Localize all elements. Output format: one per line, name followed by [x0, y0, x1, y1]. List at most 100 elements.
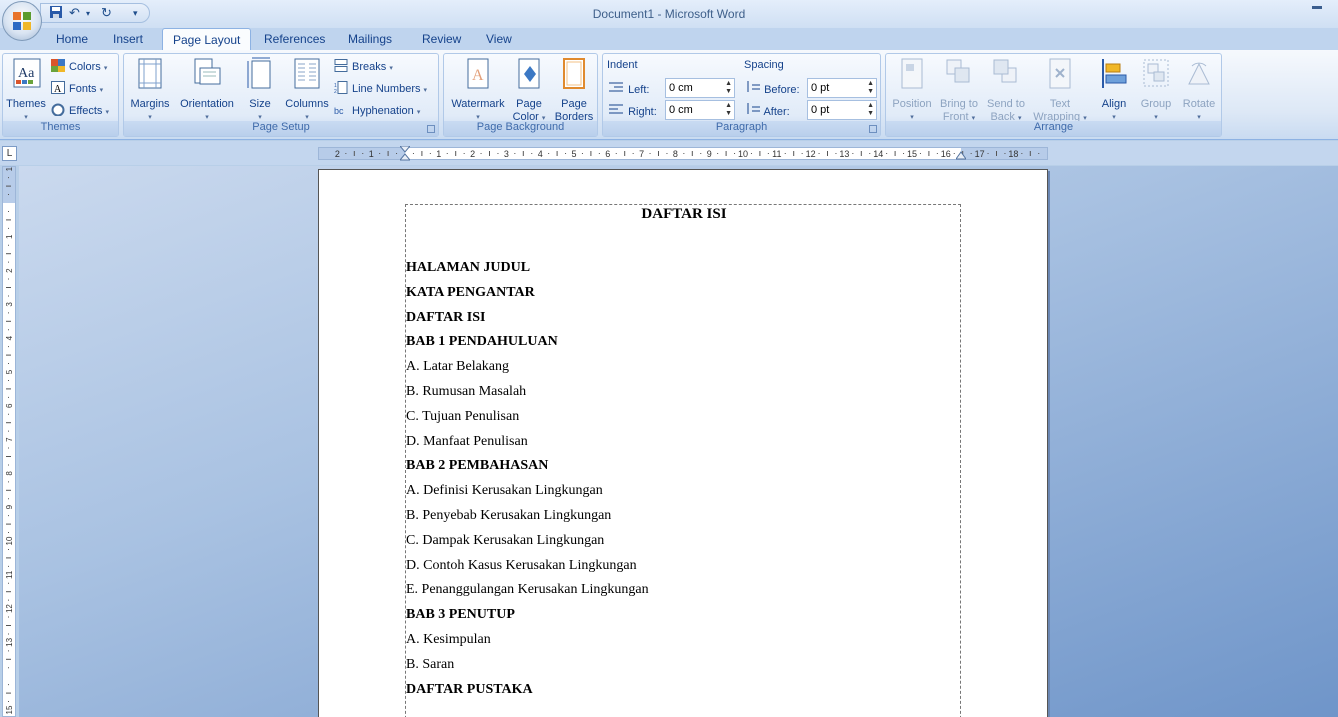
orientation-label: Orientation — [180, 98, 234, 110]
office-logo-icon — [13, 12, 31, 30]
right-indent-marker-icon[interactable] — [956, 150, 966, 160]
indent-right-label: Right: — [609, 103, 657, 118]
undo-dropdown-icon[interactable]: ▾ — [86, 9, 90, 18]
themes-button[interactable]: Aa Themes ▾ — [5, 56, 47, 124]
group-button[interactable]: Group ▾ — [1136, 56, 1176, 124]
line-numbers-button[interactable]: 1 2 Line Numbers ▾ — [334, 81, 427, 95]
toc-entry: D. Manfaat Penulisan — [406, 433, 528, 449]
size-button[interactable]: Size ▾ — [244, 56, 276, 124]
breaks-button[interactable]: Breaks ▾ — [334, 59, 393, 73]
indent-left-input[interactable]: 0 cm ▲ ▼ — [665, 78, 735, 98]
margins-icon — [138, 58, 162, 89]
office-button[interactable] — [2, 1, 42, 41]
themes-group: Aa Themes ▾ Colors ▾ A Fonts ▾ Effects ▾ … — [2, 53, 119, 137]
watermark-label: Watermark — [451, 98, 505, 110]
columns-label: Columns — [285, 98, 329, 110]
vertical-ruler[interactable]: 1 1 2 3 4 5 6 7 8 9 10 11 12 13 15 — [2, 166, 16, 717]
ruler-label: 17 — [975, 149, 985, 159]
tab-review[interactable]: Review — [422, 32, 461, 46]
effects-button[interactable]: Effects ▾ — [51, 103, 109, 117]
margins-button[interactable]: Margins ▾ — [127, 56, 173, 124]
tab-insert[interactable]: Insert — [113, 32, 143, 46]
toc-entry: D. Contoh Kasus Kerusakan Lingkungan — [406, 557, 637, 573]
position-button[interactable]: Position ▾ — [889, 56, 935, 124]
horizontal-ruler[interactable]: 2 1 1 2 3 4 5 6 7 8 9 10 11 12 13 14 15 16 17 18 — [318, 146, 1048, 162]
page-setup-group-label: Page Setup — [124, 121, 438, 136]
ruler-label: 4 — [5, 335, 14, 340]
tab-selector-button[interactable]: L — [2, 146, 17, 161]
save-icon[interactable] — [49, 5, 63, 22]
align-label: Align — [1101, 98, 1127, 110]
ruler-label: 18 — [1008, 149, 1018, 159]
dialog-launcher-icon[interactable] — [427, 125, 435, 133]
tab-references[interactable]: References — [264, 32, 325, 46]
page-color-button[interactable]: Page Color ▾ — [510, 56, 548, 125]
spinner-icon[interactable]: ▲ ▼ — [867, 80, 874, 96]
page-color-label-1: Page — [516, 98, 542, 110]
size-label: Size — [249, 98, 271, 110]
tab-page-layout[interactable]: Page Layout — [162, 28, 252, 51]
margins-label: Margins — [130, 98, 170, 110]
first-line-indent-marker-icon[interactable] — [400, 146, 410, 162]
svg-text:A: A — [472, 67, 484, 84]
ruler-label: 1 — [369, 149, 374, 159]
window-title: Document1 - Microsoft Word — [592, 7, 746, 21]
spacing-after-input[interactable]: 0 pt ▲ ▼ — [807, 100, 877, 120]
themes-label: Themes — [6, 98, 46, 110]
svg-text:Aa: Aa — [18, 66, 35, 81]
arrange-group: Position ▾ Bring to Front ▾ Send to Back… — [885, 53, 1222, 137]
text-wrapping-button[interactable]: Text Wrapping ▾ — [1030, 56, 1090, 125]
ruler-label: 15 — [5, 705, 14, 714]
document-page[interactable]: DAFTAR ISI HALAMAN JUDUL KATA PENGANTAR DA… — [318, 169, 1048, 717]
indent-right-input[interactable]: 0 cm ▲ ▼ — [665, 100, 735, 120]
fonts-button[interactable]: A Fonts ▾ — [51, 81, 103, 95]
toc-entry: A. Latar Belakang — [406, 359, 510, 375]
page-borders-label-1: Page — [561, 98, 587, 110]
ruler-label: 1 — [5, 167, 14, 171]
toc-heading: DAFTAR ISI — [406, 309, 486, 325]
orientation-icon — [194, 58, 221, 85]
spinner-icon[interactable]: ▲ ▼ — [725, 102, 732, 118]
spacing-label: Spacing — [744, 59, 784, 71]
spacing-before-input[interactable]: 0 pt ▲ ▼ — [807, 78, 877, 98]
colors-button[interactable]: Colors ▾ — [51, 59, 107, 73]
quick-access-toolbar: ↶ ▾ ↻ ▾ — [40, 3, 150, 23]
minimize-icon[interactable] — [1312, 6, 1322, 9]
ruler-ticks: 2 1 1 2 3 4 5 6 7 8 9 10 11 12 13 14 15 16 17 18 — [335, 149, 1040, 159]
page-borders-button[interactable]: Page Borders — [552, 56, 596, 124]
document-title: DAFTAR ISI — [641, 206, 727, 222]
spacing-after-icon — [747, 103, 760, 114]
send-to-back-button[interactable]: Send to Back ▾ — [983, 56, 1029, 125]
orientation-button[interactable]: Orientation ▾ — [174, 56, 240, 124]
text-box[interactable]: DAFTAR ISI HALAMAN JUDUL KATA PENGANTAR DA… — [405, 204, 961, 717]
spinner-icon[interactable]: ▲ ▼ — [867, 102, 874, 118]
toc-heading: BAB 3 PENUTUP — [406, 607, 515, 623]
hyphenation-icon: bc — [334, 106, 344, 116]
customize-qat-icon[interactable]: ▾ — [133, 8, 138, 19]
dialog-launcher-icon[interactable] — [869, 125, 877, 133]
ruler-label: 13 — [839, 149, 849, 159]
tab-mailings[interactable]: Mailings — [348, 32, 392, 46]
redo-icon[interactable]: ↻ — [101, 5, 112, 21]
columns-button[interactable]: Columns ▾ — [282, 56, 332, 124]
ruler-label: 9 — [5, 504, 14, 509]
rotate-button[interactable]: Rotate ▾ — [1178, 56, 1220, 124]
ruler-label: 11 — [772, 149, 781, 159]
tab-view[interactable]: View — [486, 32, 512, 46]
ruler-label: 3 — [5, 302, 14, 307]
toc-heading: HALAMAN JUDUL — [406, 260, 531, 275]
align-button[interactable]: Align ▾ — [1094, 56, 1134, 124]
spacing-after-label: After: — [745, 103, 790, 118]
text-wrapping-icon — [1049, 58, 1071, 89]
bring-to-front-label-1: Bring to — [940, 98, 978, 110]
undo-icon[interactable]: ↶ — [69, 5, 80, 21]
page-setup-group: Margins ▾ Orientation ▾ Size ▾ Columns ▾… — [123, 53, 439, 137]
watermark-button[interactable]: A Watermark ▾ — [447, 56, 509, 124]
spinner-icon[interactable]: ▲ ▼ — [725, 80, 732, 96]
page-background-group: A Watermark ▾ Page Color ▾ Page Borders … — [443, 53, 598, 137]
tab-home[interactable]: Home — [56, 32, 88, 46]
ruler-label: 6 — [5, 403, 14, 408]
bring-to-front-button[interactable]: Bring to Front ▾ — [936, 56, 982, 125]
hyphenation-button[interactable]: bc Hyphenation ▾ — [334, 103, 420, 117]
themes-group-label: Themes — [3, 121, 118, 136]
